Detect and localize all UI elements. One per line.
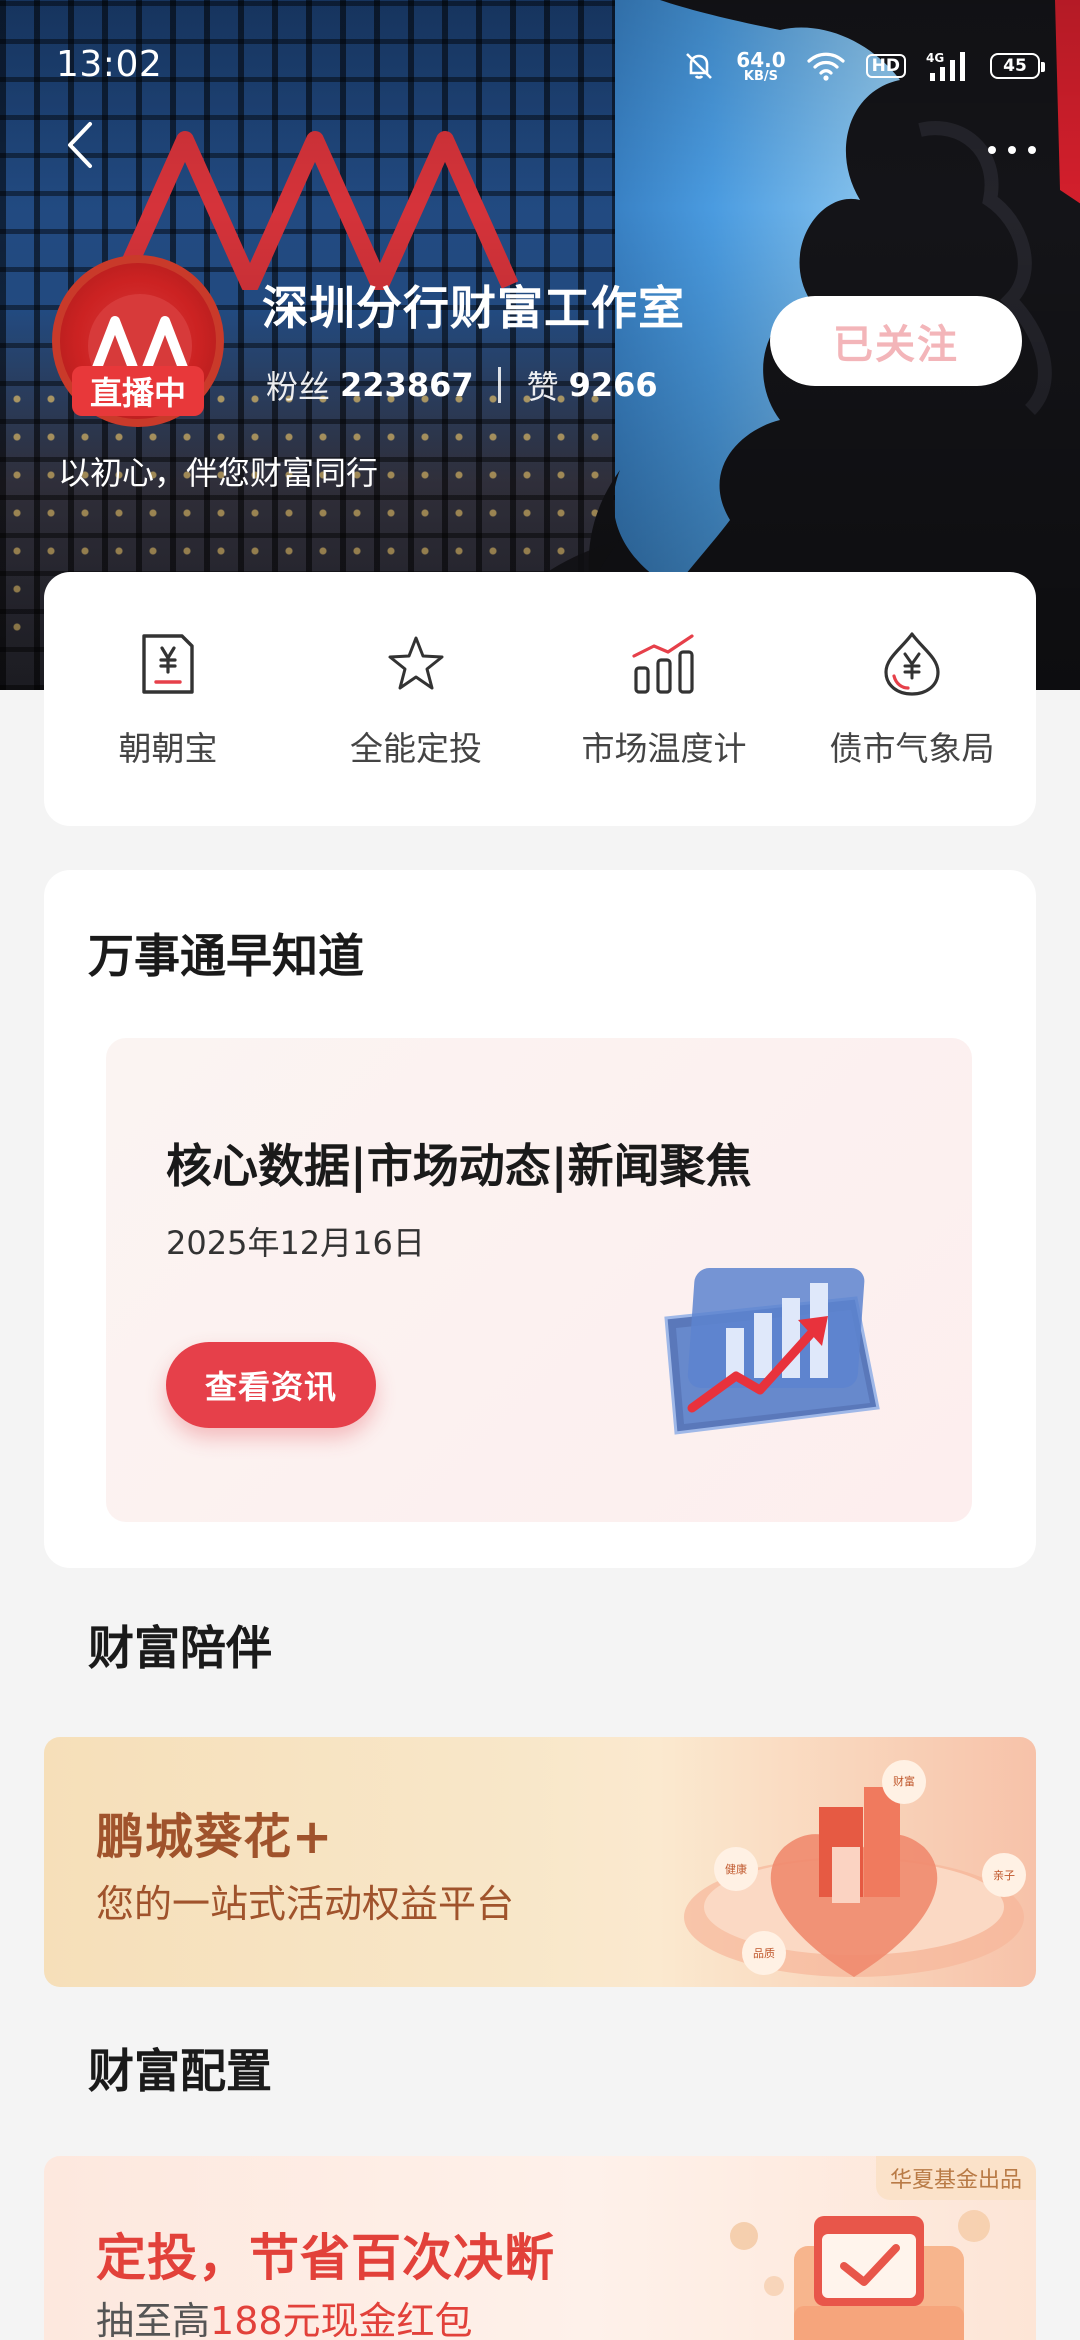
fans-label: 粉丝 bbox=[266, 368, 331, 406]
news-card[interactable]: 核心数据|市场动态|新闻聚焦 2025年12月16日 查看资讯 bbox=[106, 1038, 972, 1522]
art-label-family: 亲子 bbox=[993, 1868, 1015, 1882]
back-button[interactable] bbox=[56, 110, 106, 180]
banner-subtitle-highlight: 188元现金红包 bbox=[210, 2299, 473, 2340]
quick-action-label: 债市气象局 bbox=[829, 729, 995, 768]
quick-action-zhaozhaobao[interactable]: 朝朝宝 bbox=[44, 572, 292, 826]
star-icon bbox=[388, 636, 444, 690]
network-speed-value: 64.0 bbox=[736, 47, 786, 72]
wifi-icon bbox=[807, 52, 845, 81]
battery-level: 45 bbox=[1003, 56, 1027, 76]
more-dot-icon bbox=[988, 146, 996, 154]
yuan-doc-icon bbox=[142, 634, 194, 694]
pengcheng-sunflower-banner[interactable]: 鹏城葵花+ 您的一站式活动权益平台 财富 健康 亲子 品质 bbox=[44, 1737, 1036, 1987]
art-label-wealth: 财富 bbox=[893, 1774, 915, 1788]
art-label-health: 健康 bbox=[725, 1862, 747, 1876]
status-icons: 64.0 KB/S HD 4G 45 bbox=[682, 44, 1045, 88]
network-speed-unit: KB/S bbox=[743, 68, 779, 84]
quick-action-label: 全能定投 bbox=[350, 729, 482, 768]
yuan-drop-icon bbox=[884, 632, 940, 696]
quick-action-auto-invest[interactable]: 全能定投 bbox=[292, 572, 540, 826]
fans-count: 223867 bbox=[340, 366, 474, 404]
news-date: 2025年12月16日 bbox=[166, 1224, 425, 1262]
follow-button[interactable]: 已关注 bbox=[770, 296, 1022, 386]
heart-benefits-illustration: 财富 健康 亲子 品质 bbox=[684, 1760, 1026, 1977]
mute-bell-icon bbox=[686, 53, 713, 79]
live-badge[interactable]: 直播中 bbox=[72, 366, 204, 416]
quick-actions-card: 朝朝宝 全能定投 市场温度计 债市气象局 bbox=[44, 572, 1036, 826]
network-speed: 64.0 KB/S bbox=[736, 50, 785, 83]
profile-stats: 粉丝 223867 赞 9266 bbox=[266, 362, 658, 408]
status-time: 13:02 bbox=[56, 44, 163, 85]
view-news-button[interactable]: 查看资讯 bbox=[166, 1342, 376, 1428]
art-label-quality: 品质 bbox=[753, 1947, 775, 1960]
quick-action-bond-weather[interactable]: 债市气象局 bbox=[788, 572, 1036, 826]
more-options-button[interactable] bbox=[966, 130, 1036, 170]
news-section-card: 万事通早知道 核心数据|市场动态|新闻聚焦 2025年12月16日 查看资讯 bbox=[44, 870, 1036, 1568]
stats-divider bbox=[497, 367, 501, 403]
studio-name: 深圳分行财富工作室 bbox=[262, 281, 685, 335]
status-bar: 13:02 64.0 KB/S HD 4G 45 bbox=[0, 0, 1080, 130]
likes-count: 9266 bbox=[568, 366, 658, 404]
network-type-label: 4G bbox=[926, 51, 944, 65]
banner-subtitle: 您的一站式活动权益平台 bbox=[96, 1882, 515, 1926]
bar-chart-icon bbox=[632, 634, 694, 694]
quick-action-label: 市场温度计 bbox=[581, 729, 747, 768]
hd-badge: HD bbox=[865, 53, 906, 79]
calendar-gift-illustration bbox=[730, 2210, 990, 2340]
section-title-news: 万事通早知道 bbox=[88, 929, 364, 983]
more-dot-icon bbox=[1028, 146, 1036, 154]
auto-invest-banner[interactable]: 华夏基金出品 定投，节省百次决断 抽至高188元现金红包 bbox=[44, 2156, 1036, 2340]
banner-subtitle-prefix: 抽至高 bbox=[96, 2299, 211, 2340]
likes-label: 赞 bbox=[526, 368, 559, 406]
studio-slogan: 以初心，伴您财富同行 bbox=[58, 454, 379, 492]
quick-action-market-thermometer[interactable]: 市场温度计 bbox=[540, 572, 788, 826]
quick-action-label: 朝朝宝 bbox=[118, 729, 218, 768]
rising-chart-illustration bbox=[664, 1268, 880, 1435]
banner-subtitle: 抽至高188元现金红包 bbox=[96, 2290, 473, 2340]
section-title-config: 财富配置 bbox=[88, 2044, 272, 2098]
cellular-signal-icon: 4G bbox=[926, 51, 965, 81]
banner-title: 鹏城葵花+ bbox=[96, 1809, 334, 1865]
banner-title: 定投，节省百次决断 bbox=[96, 2229, 555, 2287]
battery-icon: 45 bbox=[990, 53, 1045, 79]
news-headline: 核心数据|市场动态|新闻聚焦 bbox=[166, 1139, 752, 1193]
more-dot-icon bbox=[1008, 146, 1016, 154]
section-title-wealth: 财富陪伴 bbox=[88, 1621, 272, 1675]
